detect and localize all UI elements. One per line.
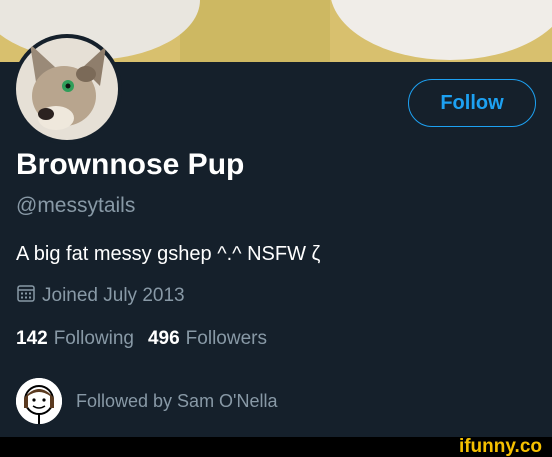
follow-stats: 142 Following 496 Followers (16, 328, 267, 350)
calendar-icon (16, 283, 36, 309)
follower-avatar (16, 378, 62, 424)
following-label: Following (53, 328, 134, 349)
followed-by-text: Followed by Sam O'Nella (76, 390, 278, 411)
profile-avatar[interactable] (12, 34, 122, 144)
followers-count: 496 (147, 328, 180, 349)
ifunny-logo: ifunny.co (458, 436, 542, 457)
display-name: Brownnose Pup (16, 148, 245, 181)
watermark-bar: ifunny.co (0, 437, 552, 457)
joined-date: Joined July 2013 (16, 283, 185, 309)
profile-bio: A big fat messy gshep ^.^ NSFW ζ (16, 243, 321, 265)
following-count: 142 (16, 328, 48, 349)
followers-link[interactable]: 496 Followers (148, 328, 267, 350)
followers-label: Followers (185, 328, 267, 349)
follow-button[interactable]: Follow (408, 79, 536, 127)
followed-by[interactable]: Followed by Sam O'Nella (16, 378, 278, 424)
joined-text: Joined July 2013 (42, 285, 185, 306)
user-handle: @messytails (16, 194, 136, 217)
following-link[interactable]: 142 Following (16, 328, 134, 350)
